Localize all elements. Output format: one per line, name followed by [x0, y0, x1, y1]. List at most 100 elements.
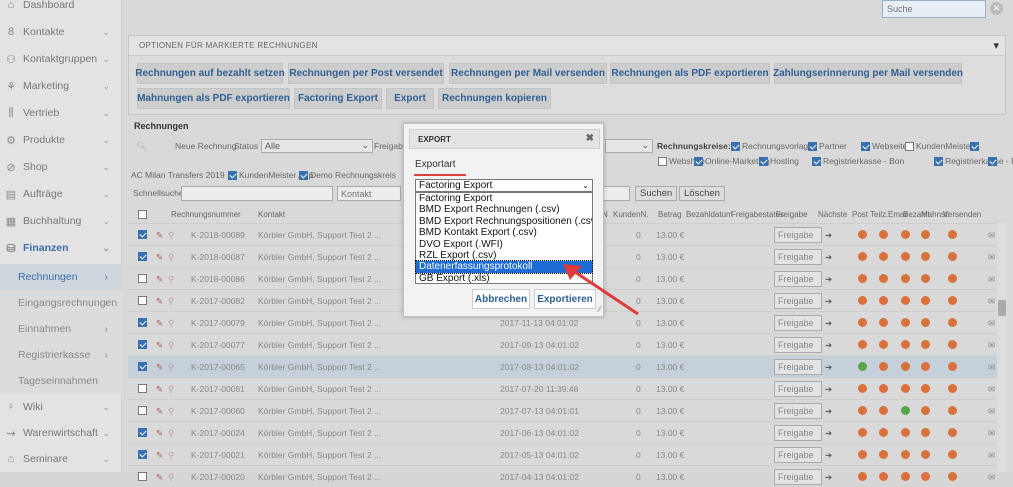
freigabe-button[interactable]: Freigabe [774, 337, 822, 353]
column-header[interactable]: KundenN. [613, 210, 649, 219]
status-dot-icon[interactable] [948, 252, 957, 261]
export-option[interactable]: BMD Export Rechnungen (.csv) [416, 204, 592, 215]
status-dot-icon[interactable] [921, 450, 930, 459]
kreis-checkbox-item[interactable]: KundenMeister [905, 141, 973, 152]
envelope-icon[interactable]: ✉ [988, 274, 995, 285]
status-dot-icon[interactable] [901, 450, 910, 459]
status-dot-icon[interactable] [879, 450, 888, 459]
column-header[interactable]: Teilz. [870, 210, 888, 219]
view-magnifier-icon[interactable]: ⚲ [168, 252, 174, 263]
quicksearch-input[interactable] [181, 186, 333, 201]
next-arrow-icon[interactable]: ➔ [825, 406, 832, 417]
status-dot-icon[interactable] [858, 450, 867, 459]
next-arrow-icon[interactable]: ➔ [825, 318, 832, 329]
row-checkbox[interactable] [138, 428, 147, 437]
invoice-number[interactable]: K-2017-00024 [191, 428, 245, 438]
invoice-number[interactable]: K-2018-00089 [191, 230, 245, 240]
invoice-number[interactable]: K-2018-00086 [191, 274, 245, 284]
export-button[interactable]: Exportieren [534, 289, 596, 309]
options-button[interactable]: Rechnungen als PDF exportieren [610, 63, 770, 84]
new-invoice-link[interactable]: Neue Rechnung [175, 141, 236, 151]
checkbox[interactable] [658, 157, 667, 167]
status-dot-icon[interactable] [879, 252, 888, 261]
row-checkbox[interactable] [138, 362, 147, 371]
status-dot-icon[interactable] [921, 406, 930, 415]
edit-pencil-icon[interactable]: ✎ [156, 406, 163, 417]
envelope-icon[interactable]: ✉ [988, 384, 995, 395]
row-checkbox[interactable] [138, 230, 147, 239]
status-dot-icon[interactable] [948, 296, 957, 305]
clear-button[interactable]: Löschen [679, 186, 725, 201]
status-dot-icon[interactable] [858, 362, 867, 371]
status-dot-icon[interactable] [948, 384, 957, 393]
column-header[interactable]: Freigabe [776, 210, 808, 219]
checkbox[interactable] [731, 142, 740, 152]
checkbox[interactable] [934, 157, 943, 167]
envelope-icon[interactable]: ✉ [988, 252, 995, 263]
export-type-select[interactable]: Factoring Export ⌄ [415, 179, 593, 192]
kontakt-input[interactable] [337, 186, 401, 201]
status-dot-icon[interactable] [948, 450, 957, 459]
sidebar-item-shop[interactable]: ⊘ Shop ⌄ [0, 154, 122, 180]
checkbox[interactable] [905, 142, 914, 152]
status-dot-icon[interactable] [921, 428, 930, 437]
table-row[interactable]: ✎ ⚲ K-2017-00077 Körbler GmbH, Support Test… [128, 333, 1006, 355]
sidebar-item-kontaktgruppen[interactable]: ⚇ Kontaktgruppen ⌄ [0, 46, 122, 72]
row-checkbox[interactable] [138, 252, 147, 261]
sidebar-item-dashboard[interactable]: ⌂ Dashboard [0, 0, 122, 18]
invoice-number[interactable]: K-2017-00021 [191, 450, 245, 460]
status-dot-icon[interactable] [901, 472, 910, 481]
table-row[interactable]: ✎ ⚲ K-2017-00061 Körbler GmbH, Support Test… [128, 377, 1006, 399]
search-button[interactable]: Suchen [635, 186, 678, 201]
sidebar-subitem-rechnungen[interactable]: Rechnungen › [0, 264, 122, 290]
row-checkbox[interactable] [138, 406, 147, 415]
freigabe-button[interactable]: Freigabe [774, 315, 822, 331]
view-magnifier-icon[interactable]: ⚲ [168, 384, 174, 395]
options-button[interactable]: Rechnungen auf bezahlt setzen [135, 63, 285, 84]
next-arrow-icon[interactable]: ➔ [825, 472, 832, 483]
status-dot-icon[interactable] [858, 296, 867, 305]
table-row[interactable]: ✎ ⚲ K-2017-00021 Körbler GmbH, Support Test… [128, 443, 1006, 465]
kreis-checkbox-item[interactable]: Hosting [759, 156, 799, 167]
column-header[interactable]: Rechnungsnummer [171, 210, 241, 219]
view-magnifier-icon[interactable]: ⚲ [168, 362, 174, 373]
column-header[interactable]: Kontakt [258, 210, 285, 219]
status-dot-icon[interactable] [921, 384, 930, 393]
view-magnifier-icon[interactable]: ⚲ [168, 428, 174, 439]
checkbox[interactable] [694, 157, 703, 167]
envelope-icon[interactable]: ✉ [988, 406, 995, 417]
status-dot-icon[interactable] [921, 340, 930, 349]
scrollbar-thumb[interactable] [998, 300, 1006, 316]
status-dot-icon[interactable] [879, 472, 888, 481]
kreis-checkbox-item[interactable]: Rechnungsvorlage [731, 141, 813, 152]
sidebar-item-marketing[interactable]: ⚘ Marketing ⌄ [0, 73, 122, 99]
status-dot-icon[interactable] [901, 296, 910, 305]
options-button[interactable]: Zahlungserinnerung per Mail versenden [773, 63, 963, 84]
freigabe-button[interactable]: Freigabe [774, 381, 822, 397]
resize-handle-icon[interactable]: ⁄⁄ [598, 305, 601, 314]
freigabe-button[interactable]: Freigabe [774, 403, 822, 419]
status-dot-icon[interactable] [901, 428, 910, 437]
freigabe-select[interactable]: ⌄ [605, 139, 653, 153]
freigabe-button[interactable]: Freigabe [774, 469, 822, 485]
envelope-icon[interactable]: ✉ [988, 230, 995, 241]
sidebar-item-aufträge[interactable]: ▤ Aufträge ⌄ [0, 181, 122, 207]
status-dot-icon[interactable] [921, 296, 930, 305]
status-dot-icon[interactable] [879, 406, 888, 415]
edit-pencil-icon[interactable]: ✎ [156, 274, 163, 285]
invoice-number[interactable]: K-2017-00061 [191, 384, 245, 394]
edit-pencil-icon[interactable]: ✎ [156, 252, 163, 263]
status-dot-icon[interactable] [921, 230, 930, 239]
status-select[interactable]: Alle ⌄ [261, 139, 373, 153]
status-dot-icon[interactable] [858, 384, 867, 393]
export-option[interactable]: BMD Export Rechnungspositionen (.csv) [416, 216, 592, 227]
table-row[interactable]: ✎ ⚲ K-2017-00020 Körbler GmbH, Support Test… [128, 465, 1006, 487]
freigabe-button[interactable]: Freigabe [774, 293, 822, 309]
sidebar-subitem-einnahmen[interactable]: Einnahmen › [0, 316, 122, 342]
options-button[interactable]: Factoring Export [294, 88, 382, 109]
freigabe-button[interactable]: Freigabe [774, 249, 822, 265]
status-dot-icon[interactable] [948, 362, 957, 371]
next-arrow-icon[interactable]: ➔ [825, 362, 832, 373]
status-dot-icon[interactable] [948, 318, 957, 327]
next-arrow-icon[interactable]: ➔ [825, 450, 832, 461]
